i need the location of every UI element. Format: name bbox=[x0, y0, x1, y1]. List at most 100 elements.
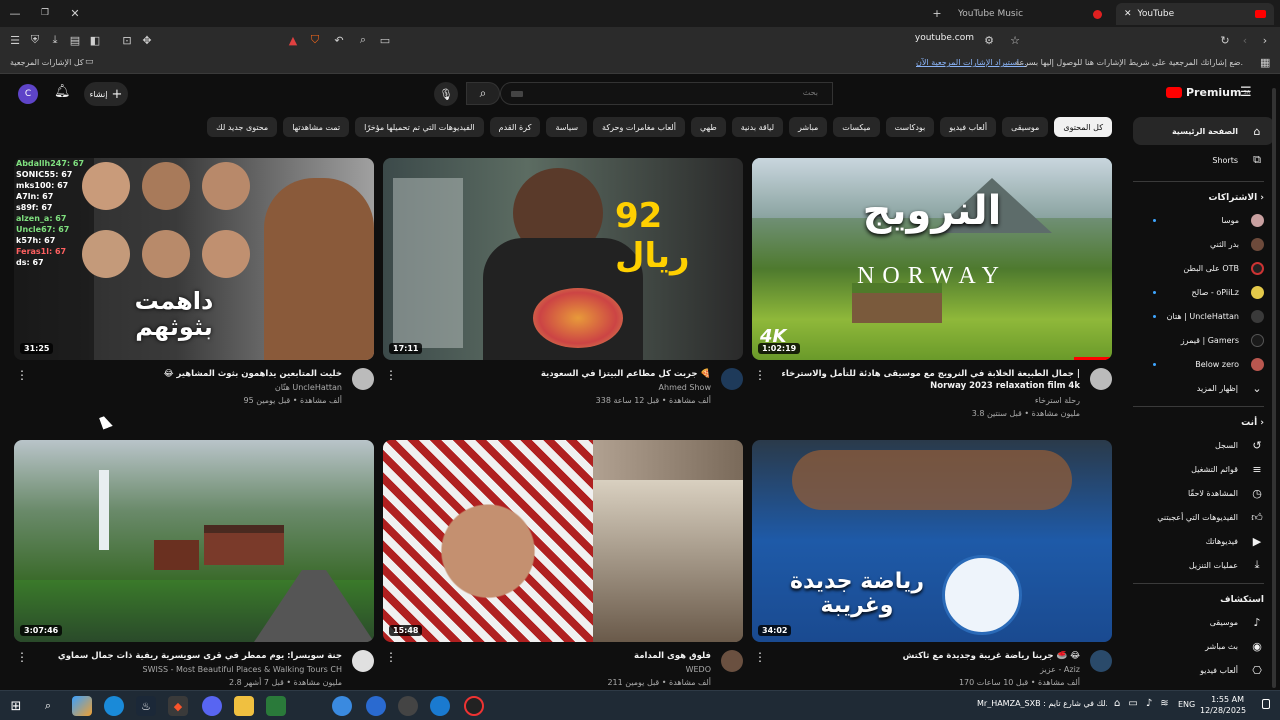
sidebar-sub[interactable]: صالح - oPiiLz bbox=[1133, 280, 1280, 304]
chip[interactable]: محتوى جديد لك bbox=[207, 117, 278, 137]
create-button[interactable]: إنشاء + bbox=[84, 82, 128, 106]
close-tab-icon[interactable]: ✕ bbox=[1124, 9, 1132, 19]
chip[interactable]: بودكاست bbox=[885, 117, 935, 137]
brave-icon[interactable]: ◆ bbox=[168, 696, 188, 716]
grid-icon[interactable]: ▦ bbox=[1260, 56, 1270, 69]
video-title[interactable]: جربنا رياضة غريبة وجديدة مع ثاكتش 🥌 😂 bbox=[780, 650, 1080, 662]
channel-name[interactable]: رحلة استرخاء bbox=[1035, 396, 1080, 405]
more-options-icon[interactable]: ⋮ bbox=[754, 368, 766, 382]
menu-icon[interactable]: ☰ bbox=[6, 31, 24, 49]
chip[interactable]: ميكسات bbox=[833, 117, 880, 137]
search-icon[interactable]: ⌕ bbox=[354, 31, 372, 49]
channel-name[interactable]: هتّان UncleHattan bbox=[275, 383, 342, 392]
file-explorer-icon[interactable] bbox=[234, 696, 254, 716]
sidebar-item-liked[interactable]: الفيديوهات التي أعجبتني 👍︎ bbox=[1133, 505, 1280, 529]
video-thumbnail[interactable]: Abdallh247: 67 SONIC55: 67 mks100: 67 A7… bbox=[14, 158, 374, 360]
channel-name[interactable]: SWISS - Most Beautiful Places & Walking … bbox=[143, 665, 342, 674]
edge-icon[interactable] bbox=[104, 696, 124, 716]
video-title[interactable]: جمال الطبيعة الخلابة في النرويج مع موسيق… bbox=[780, 368, 1080, 392]
sidebar-item-your-videos[interactable]: فيديوهاتك ▶ bbox=[1133, 529, 1280, 553]
channel-name[interactable]: Ahmed Show bbox=[659, 383, 711, 392]
reload-icon[interactable]: ↻ bbox=[1216, 31, 1234, 49]
cast-icon[interactable]: ▭ bbox=[376, 31, 394, 49]
more-options-icon[interactable]: ⋮ bbox=[754, 650, 766, 664]
screenshot-icon[interactable]: ⊡ bbox=[118, 31, 136, 49]
channel-avatar[interactable] bbox=[721, 650, 743, 672]
notifications-icon[interactable]: 🔔︎ bbox=[54, 84, 71, 99]
site-settings-icon[interactable]: ⚙ bbox=[980, 31, 998, 49]
scrollbar[interactable] bbox=[1272, 88, 1276, 688]
back-arrow-icon[interactable]: ↶ bbox=[330, 31, 348, 49]
chip[interactable]: طهي bbox=[690, 117, 726, 137]
discord-icon[interactable] bbox=[202, 696, 222, 716]
chip[interactable]: موسيقى bbox=[1002, 117, 1049, 137]
more-options-icon[interactable]: ⋮ bbox=[16, 368, 28, 382]
sidebar-item-history[interactable]: السجل ↺ bbox=[1133, 433, 1280, 457]
chip[interactable]: كرة القدم bbox=[489, 117, 541, 137]
shield-icon[interactable]: ⛨ bbox=[26, 31, 44, 49]
alert-icon[interactable]: ▲ bbox=[284, 31, 302, 49]
sidebar-sub[interactable]: بدر الثني bbox=[1133, 232, 1280, 256]
video-thumbnail[interactable]: 3:07:46 bbox=[14, 440, 374, 642]
youtube-logo[interactable]: Premium SA bbox=[1166, 86, 1250, 99]
sidebar-item-home[interactable]: الصفحة الرئيسية ⌂ bbox=[1133, 117, 1274, 145]
chip[interactable]: ألعاب فيديو bbox=[940, 117, 997, 137]
network-icon[interactable]: ⌂ bbox=[1114, 698, 1120, 709]
video-title[interactable]: 😂 خليت المتابعين يداهمون بثوث المشاهير bbox=[42, 368, 342, 380]
chip[interactable]: ألعاب مغامرات وحركة bbox=[593, 117, 685, 137]
chip[interactable]: الفيديوهات التي تم تحميلها مؤخرًا bbox=[355, 117, 484, 137]
video-thumbnail[interactable]: رياضة جديدة وغريبة 34:02 bbox=[752, 440, 1112, 642]
more-options-icon[interactable]: ⋮ bbox=[16, 650, 28, 664]
channel-name[interactable]: WEDO bbox=[686, 665, 711, 674]
video-thumbnail[interactable]: 92 ريال 17:11 bbox=[383, 158, 743, 360]
wallet-icon[interactable]: ▤ bbox=[66, 31, 84, 49]
channel-avatar[interactable] bbox=[1090, 368, 1112, 390]
channel-name[interactable]: عزيز - Aziz bbox=[1040, 665, 1080, 674]
search-input[interactable]: بحث bbox=[500, 82, 833, 105]
app-icon[interactable] bbox=[366, 696, 386, 716]
language-indicator[interactable]: ENG bbox=[1178, 700, 1195, 709]
channel-avatar[interactable] bbox=[721, 368, 743, 390]
windows-start-icon[interactable]: ⊞ bbox=[6, 696, 26, 716]
chip[interactable]: سياسة bbox=[546, 117, 588, 137]
sidebar-icon[interactable]: ◧ bbox=[86, 31, 104, 49]
bookmark-icon[interactable]: ☆ bbox=[1006, 31, 1024, 49]
back-icon[interactable]: ‹ bbox=[1236, 31, 1254, 49]
video-thumbnail[interactable]: النرويج NORWAY 4K 1:02:19 bbox=[752, 158, 1112, 360]
steam-icon[interactable]: ♨ bbox=[136, 696, 156, 716]
video-title[interactable]: جربت كل مطاعم البيتزا في السعودية 🍕 bbox=[411, 368, 711, 380]
sidebar-item-live[interactable]: بث مباشر ◉ bbox=[1133, 634, 1280, 658]
obs-icon[interactable] bbox=[464, 696, 484, 716]
keyboard-icon[interactable] bbox=[511, 91, 523, 97]
more-options-icon[interactable]: ⋮ bbox=[385, 368, 397, 382]
video-title[interactable]: فلوق هوى المدامة bbox=[411, 650, 711, 662]
sidebar-item-gaming[interactable]: ألعاب فيديو ⎔ bbox=[1133, 658, 1280, 682]
chip-all[interactable]: كل المحتوى bbox=[1054, 117, 1112, 137]
tab-youtube-music[interactable]: YouTube Music bbox=[950, 3, 1110, 25]
battery-icon[interactable]: ▭ bbox=[1128, 698, 1137, 709]
guide-menu-icon[interactable]: ☰ bbox=[1240, 85, 1252, 100]
chip[interactable]: مباشر bbox=[789, 117, 828, 137]
sidebar-sub[interactable]: Below zero bbox=[1133, 352, 1280, 376]
brave-shield-icon[interactable]: ⛉ bbox=[306, 31, 324, 49]
import-bookmarks-link[interactable]: استيراد الإشارات المرجعية الآن... bbox=[916, 58, 1027, 67]
sidebar-sub[interactable]: قيمرز | Gamers bbox=[1133, 328, 1280, 352]
channel-avatar[interactable] bbox=[1090, 650, 1112, 672]
notifications-icon[interactable] bbox=[1262, 699, 1270, 709]
video-title[interactable]: جنة سويسرا: يوم ممطر في قرى سويسرية ريفي… bbox=[42, 650, 342, 662]
chip[interactable]: تمت مشاهدتها bbox=[283, 117, 350, 137]
minimize-icon[interactable]: — bbox=[6, 4, 24, 22]
channel-avatar[interactable] bbox=[352, 650, 374, 672]
subscriptions-header[interactable]: الاشتراكات › bbox=[1133, 188, 1280, 208]
wifi-icon[interactable]: ≋ bbox=[1160, 698, 1168, 709]
channel-avatar[interactable] bbox=[352, 368, 374, 390]
forward-icon[interactable]: › bbox=[1256, 31, 1274, 49]
sidebar-sub[interactable]: على البطن OTB bbox=[1133, 256, 1280, 280]
store-icon[interactable] bbox=[266, 696, 286, 716]
close-window-icon[interactable]: ✕ bbox=[66, 4, 84, 22]
all-bookmarks-link[interactable]: كل الإشارات المرجعية bbox=[10, 58, 84, 67]
avatar[interactable]: C bbox=[18, 84, 38, 104]
you-header[interactable]: أنت › bbox=[1133, 413, 1280, 433]
app-icon[interactable] bbox=[398, 696, 418, 716]
sidebar-sub[interactable]: هتان | UncleHattan bbox=[1133, 304, 1280, 328]
